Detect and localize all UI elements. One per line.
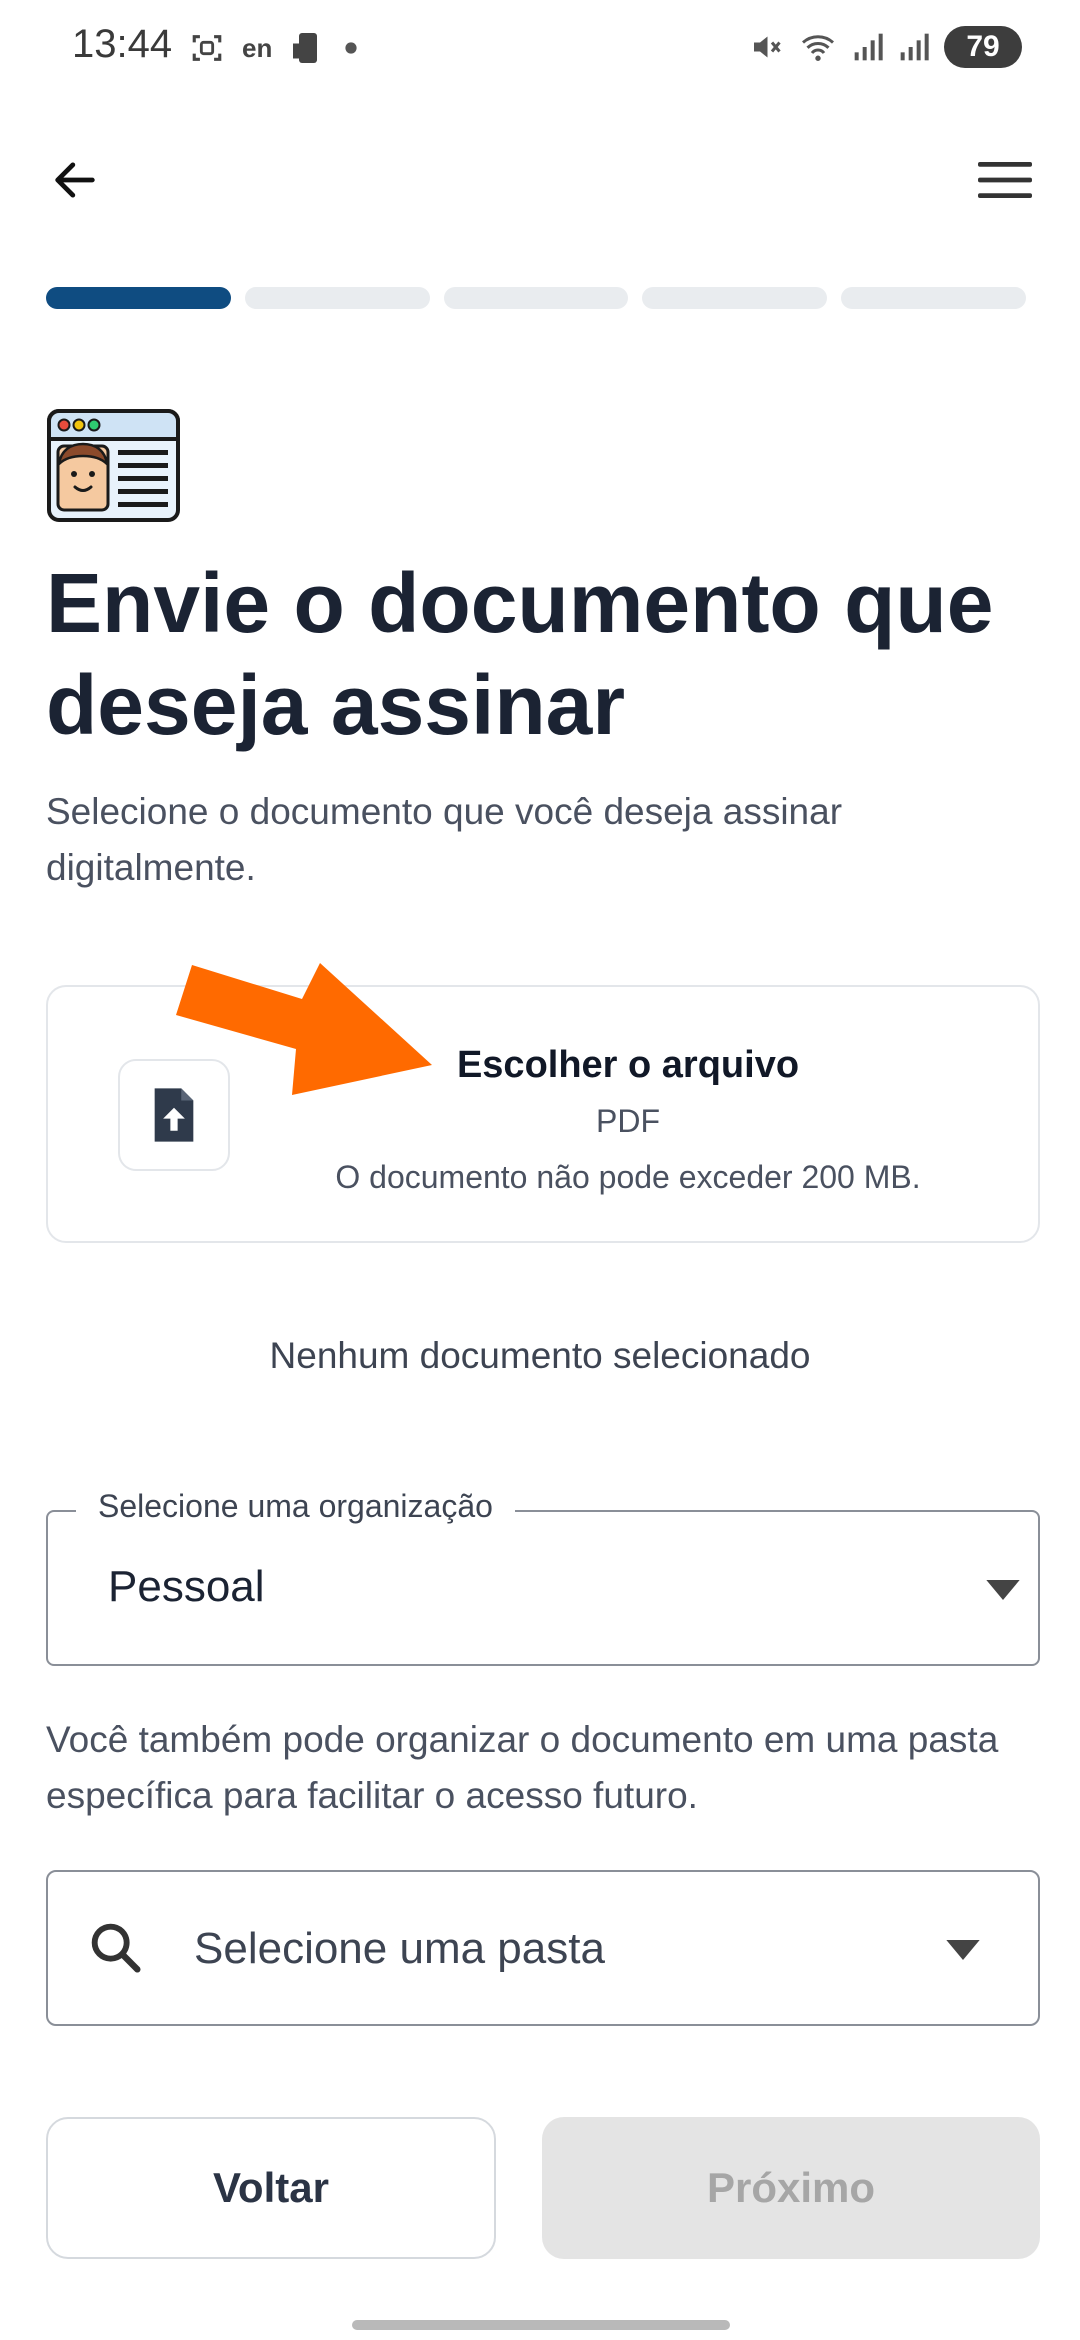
step-2 [244, 287, 430, 309]
organization-label: Selecione uma organização [76, 1488, 515, 1525]
status-left-icons: en [190, 30, 358, 66]
step-5 [841, 287, 1026, 309]
back-action-button[interactable]: Voltar [46, 2117, 496, 2259]
hamburger-menu-icon [978, 162, 1032, 198]
page-title: Envie o documento que deseja assinar [46, 556, 994, 752]
step-4 [642, 287, 828, 309]
upload-size-limit: O documento não pode exceder 200 MB. [335, 1159, 921, 1195]
progress-stepper [46, 287, 1026, 309]
step-3 [443, 287, 629, 309]
back-button[interactable] [40, 145, 110, 215]
screen: 13:44 en 79 Envie o documento que deseja… [0, 0, 1080, 2340]
selection-status: Nenhum documento selecionado [269, 1335, 811, 1376]
organization-select[interactable]: Selecione uma organização Pessoal [46, 1488, 1040, 1666]
profile-document-illustration [47, 409, 180, 522]
page-subtitle: Selecione o documento que você deseja as… [46, 791, 843, 888]
status-right-icons: 79 [748, 26, 1022, 68]
arrow-left-icon [55, 162, 95, 198]
status-bar: 13:44 en 79 [0, 0, 1080, 96]
caret-down-icon [946, 1940, 980, 1960]
signal-icon [854, 33, 883, 61]
signal-icon [900, 33, 929, 61]
organization-value: Pessoal [108, 1562, 265, 1611]
translate-icon: en [242, 32, 273, 63]
home-indicator[interactable] [352, 2320, 730, 2330]
phone-icon [293, 33, 318, 63]
status-time: 13:44 [72, 22, 173, 66]
folder-select[interactable]: Selecione uma pasta [46, 1870, 1040, 2026]
search-icon [91, 1923, 141, 1973]
annotation-arrow [176, 963, 432, 1095]
screenshot-icon [192, 35, 222, 61]
folder-placeholder: Selecione uma pasta [194, 1924, 605, 1973]
next-button[interactable]: Próximo [542, 2117, 1040, 2259]
wifi-icon [802, 35, 834, 61]
caret-down-icon [986, 1580, 1020, 1600]
battery-indicator: 79 [944, 26, 1022, 68]
menu-button[interactable] [970, 145, 1040, 215]
mute-icon [754, 36, 781, 58]
folder-helper-text: Você também pode organizar o documento e… [46, 1719, 999, 1816]
upload-file-type: PDF [596, 1103, 660, 1139]
notification-dot-icon [345, 42, 357, 54]
step-1 [46, 287, 231, 309]
